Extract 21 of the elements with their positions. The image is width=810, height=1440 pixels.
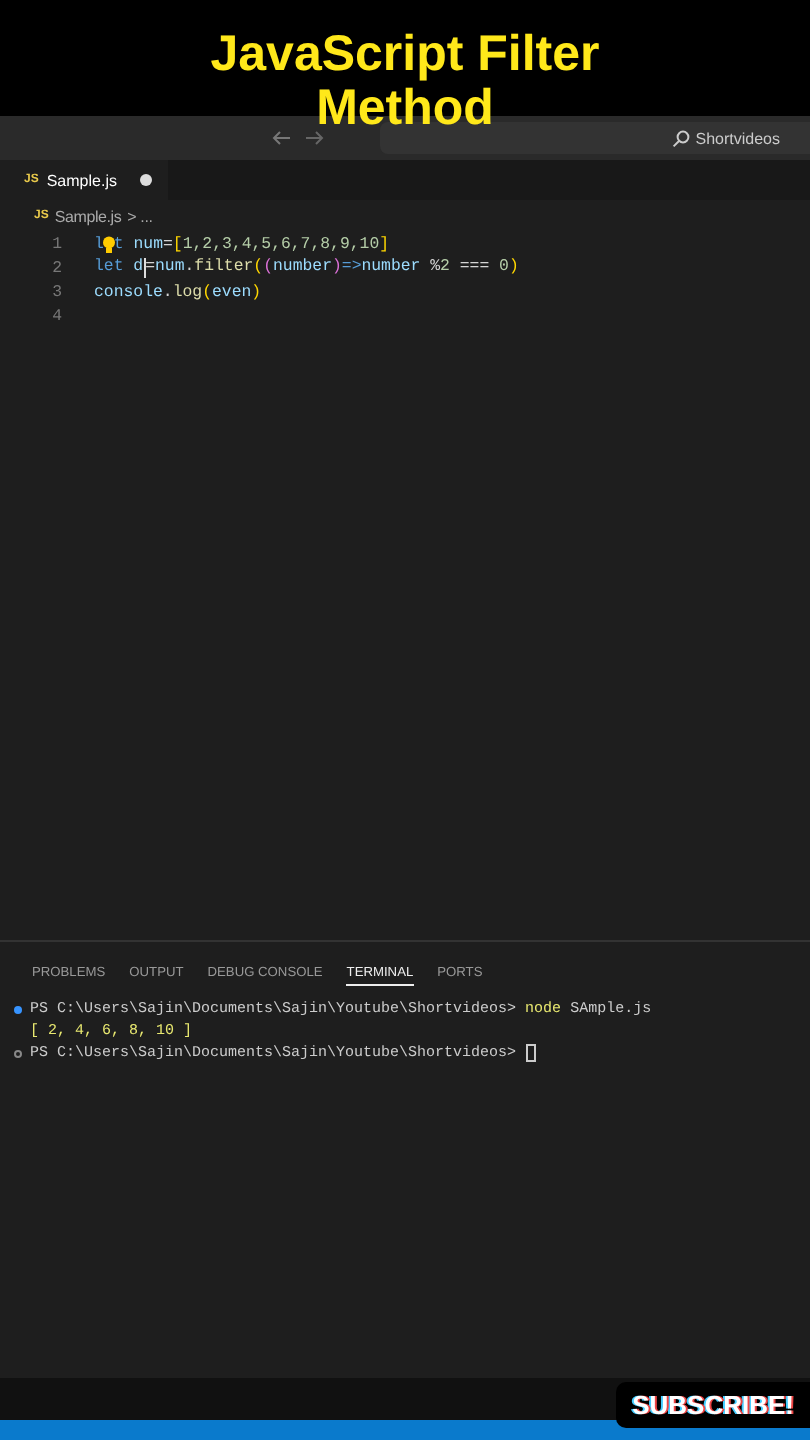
video-title: JavaScript Filter (210, 28, 600, 82)
line-number: 4 (50, 307, 64, 325)
command-status-dot (14, 1005, 22, 1013)
search-field[interactable]: Shortvideos (380, 122, 810, 154)
command-status-circle (14, 1049, 22, 1057)
search-text: Shortvideos (695, 129, 780, 147)
line-number: 2 (50, 259, 64, 277)
breadcrumb-file[interactable]: Sample.js (54, 207, 122, 225)
forward-arrow-icon[interactable] (304, 130, 324, 146)
code-line: console.log(even) (94, 283, 262, 301)
text-cursor (143, 258, 146, 278)
code-line: l t num=[1,2,3,4,5,6,7,8,9,10] (94, 235, 390, 253)
back-arrow-icon[interactable] (272, 130, 292, 146)
lightbulb-icon[interactable] (101, 235, 116, 253)
line-number: 1 (50, 235, 64, 253)
subscribe-badge: SUBSCRIBE! (616, 1382, 810, 1428)
breadcrumb-more[interactable]: > ... (127, 207, 153, 225)
code-line: let d=num.filter((number)=>number %2 === 0) (94, 258, 519, 278)
search-icon (671, 129, 690, 147)
line-number: 3 (50, 283, 64, 301)
terminal-cursor (525, 1044, 536, 1062)
